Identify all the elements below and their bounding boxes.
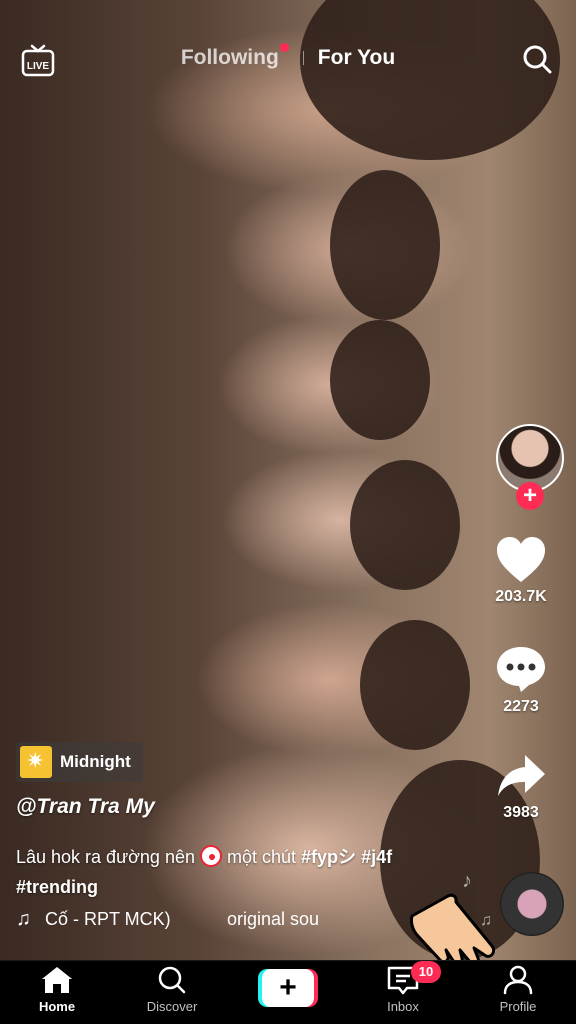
hashtag-link[interactable]: #fypシ <box>301 847 356 867</box>
heart-icon <box>497 537 545 582</box>
like-button[interactable]: 203.7K <box>466 536 576 606</box>
tap-hint-hand-icon <box>410 893 496 966</box>
caption-text-2: một chút <box>222 847 302 867</box>
share-count: 3983 <box>503 804 539 821</box>
profile-icon <box>503 965 533 995</box>
nav-inbox-label: Inbox <box>387 999 419 1014</box>
tab-for-you[interactable]: For You <box>318 46 395 70</box>
like-count: 203.7K <box>495 588 547 605</box>
tab-divider <box>302 51 304 66</box>
comment-icon <box>497 647 545 692</box>
inbox-badge: 10 <box>411 961 441 983</box>
music-title-part: original sou <box>227 909 320 929</box>
nav-home[interactable]: Home <box>7 965 107 1014</box>
clown-emoji-icon <box>200 845 222 867</box>
top-bar: LIVE Following For You <box>0 38 576 82</box>
follow-button[interactable]: + <box>516 482 544 510</box>
music-note-icon: ♫ <box>16 908 31 930</box>
hashtag-link[interactable]: #trending <box>16 877 98 897</box>
creator-avatar-wrap: + <box>496 424 564 510</box>
nav-profile-label: Profile <box>499 999 537 1014</box>
share-button[interactable]: 3983 <box>466 752 576 822</box>
bottom-nav: Home Discover + Inbox 10 Profile <box>0 960 576 1024</box>
nav-profile[interactable]: Profile <box>468 965 568 1014</box>
hashtag-link[interactable]: #j4f <box>361 847 392 867</box>
effect-badge[interactable]: Midnight <box>16 742 143 782</box>
tab-following[interactable]: Following <box>180 43 289 70</box>
music-title-part: Cố - RPT MCK) <box>45 909 171 929</box>
create-button[interactable]: + <box>258 969 318 1007</box>
comment-count: 2273 <box>503 698 539 715</box>
music-disc[interactable] <box>500 872 564 936</box>
nav-discover[interactable]: Discover <box>122 965 222 1014</box>
share-icon <box>498 755 545 796</box>
nav-home-label: Home <box>38 999 76 1014</box>
feed-tabs: Following For You <box>0 43 576 70</box>
creator-username[interactable]: @Tran Tra My <box>16 795 155 819</box>
tab-following-label: Following <box>180 46 279 69</box>
new-content-dot <box>279 43 289 52</box>
caption-text: Lâu hok ra đường nên <box>16 847 195 867</box>
home-icon <box>42 967 72 993</box>
nav-inbox[interactable]: Inbox 10 <box>353 961 453 1014</box>
search-icon[interactable] <box>522 44 552 74</box>
discover-search-icon <box>158 966 186 994</box>
comment-button[interactable]: 2273 <box>466 644 576 716</box>
effect-label: Midnight <box>60 752 131 771</box>
effect-icon <box>20 746 52 778</box>
plus-icon: + <box>262 969 314 1007</box>
music-ticker[interactable]: ♫ Cố - RPT MCK) original sou <box>16 908 327 931</box>
nav-discover-label: Discover <box>146 999 198 1014</box>
video-caption: Lâu hok ra đường nên một chút #fypシ #j4f… <box>16 842 446 902</box>
